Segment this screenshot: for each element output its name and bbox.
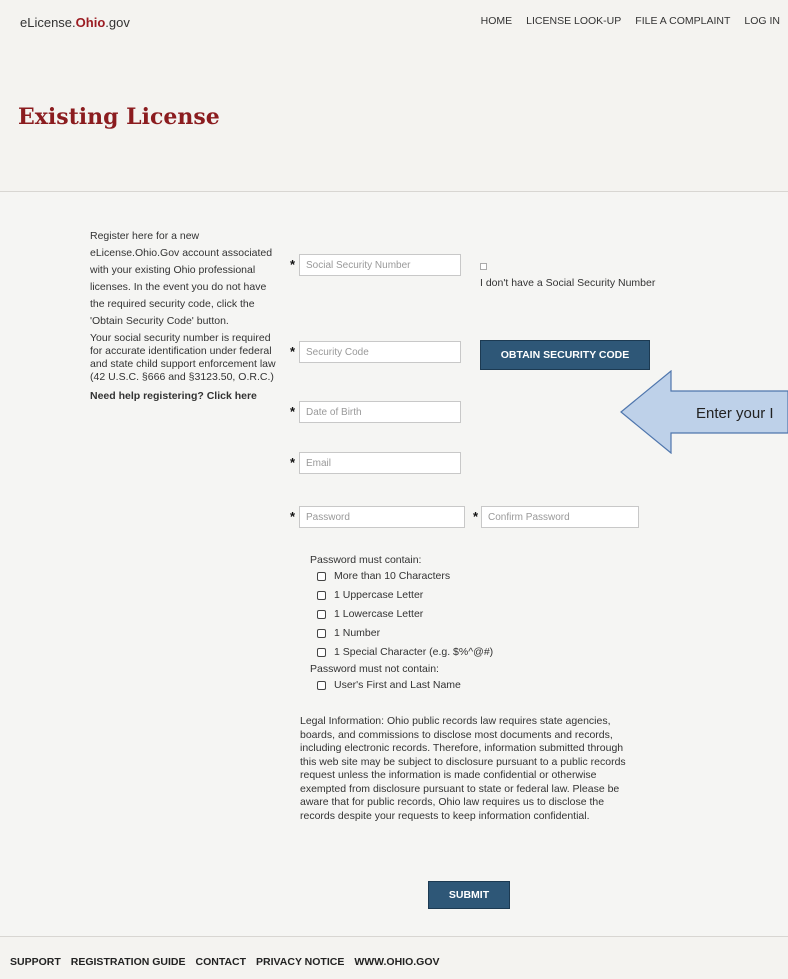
no-ssn-label: I don't have a Social Security Number	[480, 277, 656, 289]
callout-arrow: Enter your I	[620, 369, 788, 459]
required-mark: *	[290, 509, 296, 524]
rule-item: 1 Special Character (e.g. $%^@#)	[310, 643, 493, 662]
logo-prefix: eLicense.	[20, 15, 76, 30]
rule-item: 1 Number	[310, 624, 493, 643]
logo-ohio: Ohio	[75, 15, 106, 30]
help-link[interactable]: Need help registering? Click here	[90, 390, 280, 403]
footer-support[interactable]: SUPPORT	[10, 956, 61, 968]
rule-checkbox	[317, 648, 326, 657]
rule-label: More than 10 Characters	[334, 570, 451, 582]
dob-input[interactable]	[299, 401, 461, 423]
rule-checkbox	[317, 572, 326, 581]
header: eLicense.Ohio.gov HOME LICENSE LOOK-UP F…	[0, 0, 788, 192]
rule-checkbox	[317, 591, 326, 600]
registration-info: Register here for a new eLicense.Ohio.Go…	[90, 228, 280, 405]
footer-registration-guide[interactable]: REGISTRATION GUIDE	[71, 956, 186, 968]
footer-contact[interactable]: CONTACT	[196, 956, 247, 968]
footer: SUPPORT REGISTRATION GUIDE CONTACT PRIVA…	[0, 936, 788, 979]
must-not-contain-title: Password must not contain:	[310, 663, 439, 675]
rule-item: User's First and Last Name	[310, 676, 493, 695]
nav-file-complaint[interactable]: FILE A COMPLAINT	[635, 15, 730, 27]
site-logo[interactable]: eLicense.Ohio.gov	[20, 15, 130, 30]
rule-item: More than 10 Characters	[310, 567, 493, 586]
password-input[interactable]	[299, 506, 465, 528]
rule-label: 1 Lowercase Letter	[334, 608, 424, 620]
rule-label: 1 Number	[334, 627, 381, 639]
rule-label: User's First and Last Name	[334, 679, 461, 691]
rule-checkbox	[317, 610, 326, 619]
rule-checkbox	[317, 681, 326, 690]
logo-suffix: .gov	[105, 15, 130, 30]
nav-license-lookup[interactable]: LICENSE LOOK-UP	[526, 15, 621, 27]
rule-checkbox	[317, 629, 326, 638]
top-nav: HOME LICENSE LOOK-UP FILE A COMPLAINT LO…	[481, 15, 780, 27]
obtain-security-code-button[interactable]: OBTAIN SECURITY CODE	[480, 340, 650, 370]
required-mark: *	[290, 344, 296, 359]
nav-home[interactable]: HOME	[481, 15, 513, 27]
intro-text: Register here for a new eLicense.Ohio.Go…	[90, 230, 273, 327]
required-mark: *	[473, 509, 479, 524]
rule-item: 1 Uppercase Letter	[310, 586, 493, 605]
callout-text: Enter your I	[696, 405, 774, 422]
required-mark: *	[290, 404, 296, 419]
callout-arrow-shape: Enter your I	[620, 369, 788, 455]
footer-links: SUPPORT REGISTRATION GUIDE CONTACT PRIVA…	[10, 956, 440, 968]
required-mark: *	[290, 257, 296, 272]
rule-label: 1 Special Character (e.g. $%^@#)	[334, 646, 494, 658]
email-input[interactable]	[299, 452, 461, 474]
ssn-input[interactable]	[299, 254, 461, 276]
no-ssn-checkbox[interactable]	[480, 263, 487, 270]
legal-information: Legal Information: Ohio public records l…	[300, 715, 626, 822]
rule-label: 1 Uppercase Letter	[334, 589, 424, 601]
footer-privacy-notice[interactable]: PRIVACY NOTICE	[256, 956, 344, 968]
confirm-password-input[interactable]	[481, 506, 639, 528]
submit-button[interactable]: SUBMIT	[428, 881, 510, 909]
page-title: Existing License	[18, 104, 220, 130]
password-rules: Password must contain: More than 10 Char…	[310, 553, 493, 695]
nav-log-in[interactable]: LOG IN	[744, 15, 780, 27]
ssn-note-text: Your social security number is required …	[90, 332, 276, 383]
footer-ohio-gov[interactable]: WWW.OHIO.GOV	[354, 956, 439, 968]
rule-item: 1 Lowercase Letter	[310, 605, 493, 624]
security-code-input[interactable]	[299, 341, 461, 363]
must-contain-title: Password must contain:	[310, 554, 422, 566]
required-mark: *	[290, 455, 296, 470]
